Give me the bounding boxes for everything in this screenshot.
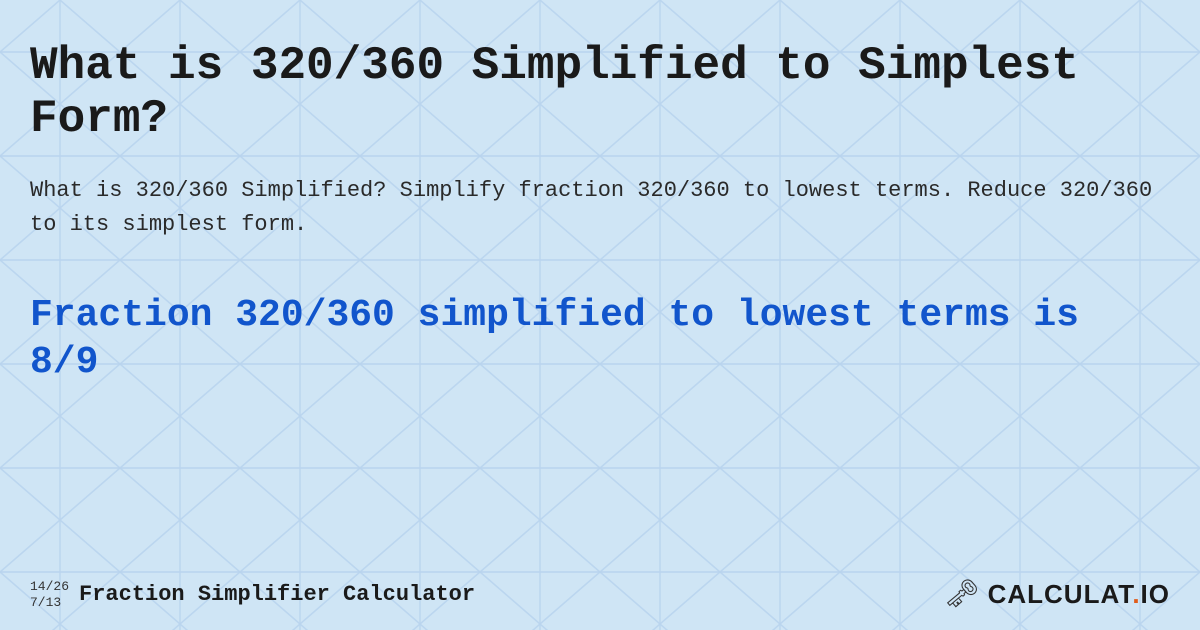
footer-fraction-top: 14/26 — [30, 579, 69, 595]
description-text: What is 320/360 Simplified? Simplify fra… — [30, 174, 1170, 242]
result-text: Fraction 320/360 simplified to lowest te… — [30, 292, 1170, 387]
footer-fraction-bottom: 7/13 — [30, 595, 69, 611]
footer-label: Fraction Simplifier Calculator — [79, 582, 475, 607]
key-icon: 🗝 — [944, 577, 980, 612]
footer-logo: 🗝 CALCULAT.IO — [944, 577, 1170, 612]
footer-fractions: 14/26 7/13 — [30, 579, 69, 610]
logo-text: CALCULAT.IO — [988, 579, 1170, 610]
page-title: What is 320/360 Simplified to Simplest F… — [30, 40, 1170, 146]
footer: 14/26 7/13 Fraction Simplifier Calculato… — [0, 577, 1200, 612]
